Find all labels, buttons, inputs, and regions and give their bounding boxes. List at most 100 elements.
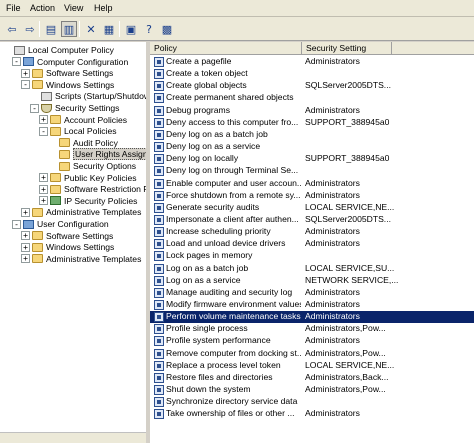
console-tree[interactable]: Local Computer Policy - Computer Configura…: [0, 42, 148, 443]
table-row[interactable]: Deny log on locally SUPPORT_388945a0: [150, 153, 474, 165]
expand-icon[interactable]: +: [21, 207, 30, 217]
table-row[interactable]: Load and unload device drivers Administra…: [150, 238, 474, 250]
tree-item[interactable]: Public Key Policies: [50, 172, 137, 184]
tree-item[interactable]: Local Policies: [50, 125, 117, 137]
policy-name: Create permanent shared objects: [166, 92, 294, 103]
table-row[interactable]: Manage auditing and security log Administ…: [150, 287, 474, 299]
tree-item[interactable]: User Configuration: [23, 218, 109, 230]
table-row[interactable]: Modify firmware environment values Admini…: [150, 299, 474, 311]
column-header-policy[interactable]: Policy: [150, 42, 302, 55]
policy-setting-icon: [154, 178, 164, 189]
folder-icon: [32, 231, 43, 241]
tree-item[interactable]: Security Options: [59, 160, 136, 172]
security-setting-value: LOCAL SERVICE,NE...: [305, 359, 395, 370]
tree-item[interactable]: Software Settings: [32, 230, 113, 242]
tree-item[interactable]: Security Settings: [41, 102, 119, 114]
table-row[interactable]: Create global objects SQLServer2005DTS...: [150, 80, 474, 92]
table-row[interactable]: Impersonate a client after authen... SQLS…: [150, 214, 474, 226]
snap-in-icon[interactable]: ▩: [159, 21, 175, 37]
delete-icon[interactable]: ✕: [83, 21, 99, 37]
expand-icon[interactable]: +: [39, 184, 48, 194]
tree-item-label: Public Key Policies: [64, 172, 137, 183]
table-row[interactable]: Deny log on as a service: [150, 141, 474, 153]
export-list-icon[interactable]: ▦: [101, 21, 117, 37]
column-header-security-setting[interactable]: Security Setting: [302, 42, 392, 55]
expand-icon[interactable]: +: [21, 242, 30, 252]
expand-icon[interactable]: +: [39, 115, 48, 125]
expand-icon[interactable]: +: [21, 254, 30, 264]
back-arrow-icon[interactable]: ⇦: [4, 21, 20, 37]
tree-item[interactable]: Software Restriction Policies: [50, 183, 146, 195]
policy-list[interactable]: Policy Security Setting Create a pagefil…: [150, 42, 474, 443]
table-row[interactable]: Profile single process Administrators,Pow…: [150, 323, 474, 335]
policy-setting-icon: [154, 300, 164, 310]
policy-name: Deny log on as a service: [166, 141, 261, 152]
table-row[interactable]: Enable computer and user accoun... Admini…: [150, 178, 474, 190]
security-setting-value: Administrators,Pow...: [305, 347, 386, 358]
policy-name: Create a token object: [166, 68, 248, 79]
table-row[interactable]: Log on as a service NETWORK SERVICE,...: [150, 275, 474, 287]
help-icon[interactable]: ?: [141, 21, 157, 37]
tree-item[interactable]: Windows Settings: [32, 241, 114, 253]
table-row[interactable]: Shut down the system Administrators,Pow..…: [150, 384, 474, 396]
table-row[interactable]: Debug programs Administrators: [150, 105, 474, 117]
table-row[interactable]: Synchronize directory service data: [150, 396, 474, 408]
table-row[interactable]: Increase scheduling priority Administrato…: [150, 226, 474, 238]
collapse-icon[interactable]: -: [12, 57, 21, 67]
table-row[interactable]: Perform volume maintenance tasks Administ…: [150, 311, 474, 323]
collapse-icon[interactable]: -: [21, 80, 30, 90]
tree-item[interactable]: Windows Settings: [32, 79, 114, 91]
folder-icon: [50, 173, 61, 183]
folder-icon: [32, 242, 43, 252]
table-row[interactable]: Create a token object: [150, 68, 474, 80]
up-folder-icon[interactable]: ▤: [43, 21, 59, 37]
folder-icon: [32, 80, 43, 90]
collapse-icon[interactable]: -: [39, 126, 48, 136]
expand-icon[interactable]: +: [21, 231, 30, 241]
tree-item[interactable]: Computer Configuration: [23, 56, 128, 68]
tree-item[interactable]: Audit Policy: [59, 137, 118, 149]
policy-setting-icon: [154, 57, 164, 67]
security-setting-value: Administrators: [305, 56, 360, 66]
table-row[interactable]: Restore files and directories Administrat…: [150, 372, 474, 384]
collapse-icon[interactable]: -: [30, 103, 39, 113]
list-header: Policy Security Setting: [150, 42, 474, 55]
tree-item[interactable]: Account Policies: [50, 114, 127, 126]
policy-name: Force shutdown from a remote sy...: [166, 189, 301, 200]
table-row[interactable]: Take ownership of files or other ... Admi…: [150, 408, 474, 420]
table-row[interactable]: Generate security audits LOCAL SERVICE,NE…: [150, 202, 474, 214]
table-row[interactable]: Replace a process level token LOCAL SERVI…: [150, 360, 474, 372]
tree-horizontal-scrollbar[interactable]: [0, 432, 146, 443]
menu-view[interactable]: View: [64, 3, 83, 13]
tree-item[interactable]: Scripts (Startup/Shutdown): [41, 90, 146, 102]
tree-item[interactable]: Administrative Templates: [32, 206, 141, 218]
table-row[interactable]: Lock pages in memory: [150, 250, 474, 262]
shield-icon: [41, 103, 52, 113]
expand-icon[interactable]: +: [39, 173, 48, 183]
table-row[interactable]: Log on as a batch job LOCAL SERVICE,SU...: [150, 263, 474, 275]
tree-item[interactable]: IP Security Policies: [50, 195, 137, 207]
expand-icon[interactable]: +: [21, 68, 30, 78]
properties-icon[interactable]: ▣: [123, 21, 139, 37]
table-row[interactable]: Remove computer from docking st... Admini…: [150, 348, 474, 360]
table-row[interactable]: Create a pagefile Administrators: [150, 56, 474, 68]
table-row[interactable]: Deny log on through Terminal Se...: [150, 165, 474, 177]
expand-icon[interactable]: +: [39, 196, 48, 206]
tree-item[interactable]: Software Settings: [32, 67, 113, 79]
tree-item[interactable]: User Rights Assignment: [59, 148, 146, 161]
collapse-icon[interactable]: -: [12, 219, 21, 229]
table-row[interactable]: Deny log on as a batch job: [150, 129, 474, 141]
policy-setting-icon: [154, 166, 164, 177]
show-tree-icon[interactable]: ▥: [61, 21, 77, 37]
policy-name: Increase scheduling priority: [166, 226, 271, 237]
tree-item[interactable]: Administrative Templates: [32, 253, 141, 265]
menu-action[interactable]: Action: [30, 3, 55, 13]
table-row[interactable]: Profile system performance Administrators: [150, 335, 474, 347]
menu-help[interactable]: Help: [94, 3, 113, 13]
forward-arrow-icon[interactable]: ⇨: [22, 21, 38, 37]
table-row[interactable]: Deny access to this computer fro... SUPPO…: [150, 117, 474, 129]
menu-file[interactable]: File: [6, 3, 21, 13]
table-row[interactable]: Create permanent shared objects: [150, 92, 474, 104]
table-row[interactable]: Force shutdown from a remote sy... Admini…: [150, 190, 474, 202]
tree-item[interactable]: Local Computer Policy: [14, 44, 114, 56]
